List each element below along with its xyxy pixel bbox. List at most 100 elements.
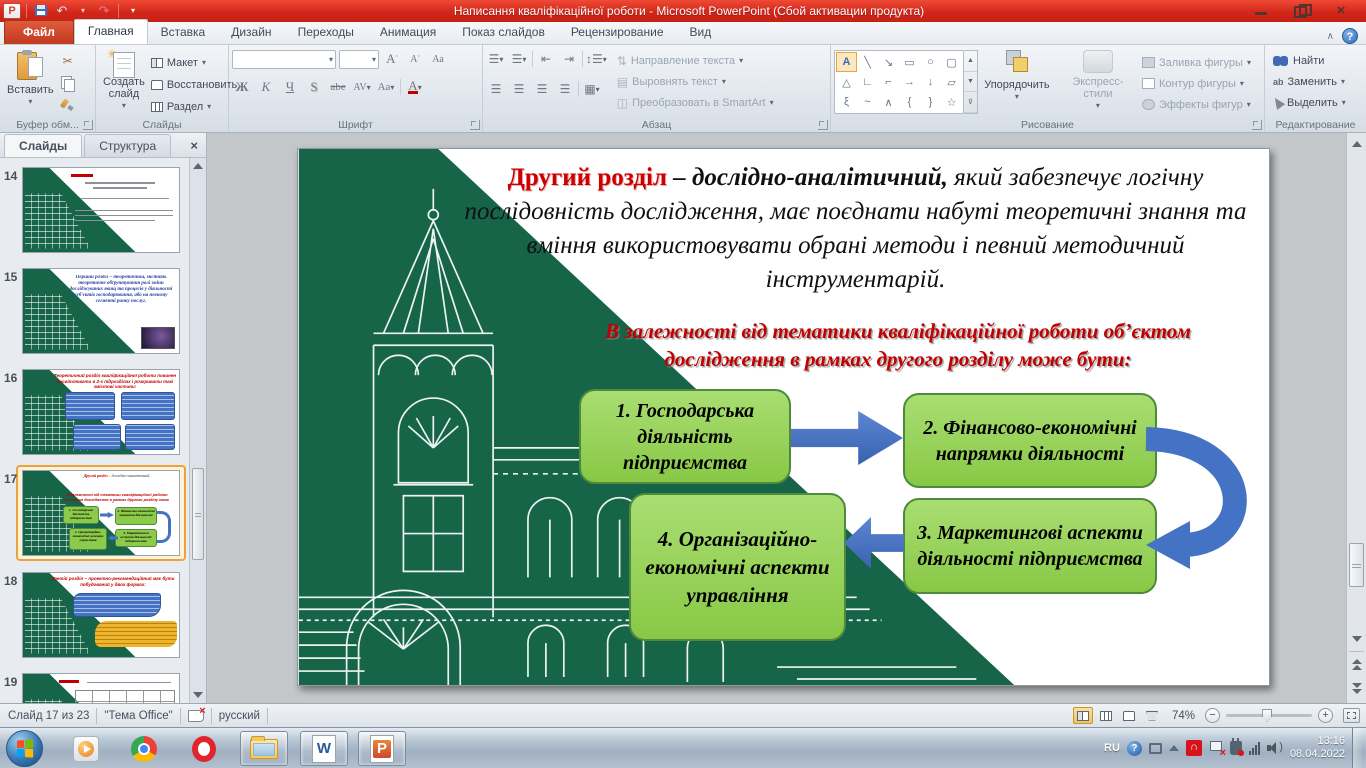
tab-review[interactable]: Рецензирование	[558, 21, 677, 44]
align-center-button[interactable]: ☰	[509, 79, 529, 99]
tab-home[interactable]: Главная	[74, 19, 148, 44]
clipboard-dialog-launcher[interactable]	[83, 120, 93, 130]
tray-help-icon[interactable]: ?	[1127, 741, 1142, 756]
language-indicator[interactable]: русский	[219, 710, 260, 722]
scroll-up-button[interactable]	[1349, 136, 1364, 152]
copy-button[interactable]	[58, 73, 78, 93]
tab-insert[interactable]: Вставка	[148, 21, 219, 44]
tab-design[interactable]: Дизайн	[218, 21, 284, 44]
tab-animations[interactable]: Анимация	[367, 21, 449, 44]
paragraph-dialog-launcher[interactable]	[818, 120, 828, 130]
increase-font-button[interactable]: Аˆ	[382, 49, 402, 69]
slide-thumbnail-15[interactable]: 15 Перший розділ – теоретичний, містить …	[0, 268, 190, 360]
drawing-dialog-launcher[interactable]	[1252, 120, 1262, 130]
main-scrollbar[interactable]	[1346, 133, 1366, 703]
panel-tab-outline[interactable]: Структура	[84, 134, 171, 157]
convert-smartart-button[interactable]: ◫ Преобразовать в SmartArt▾	[615, 92, 776, 113]
character-spacing-button[interactable]: AV▾	[352, 77, 372, 97]
save-button[interactable]	[32, 3, 50, 19]
decrease-font-button[interactable]: Аˇ	[405, 49, 425, 69]
quick-styles-button[interactable]: Экспресс-стили ▾	[1056, 48, 1140, 114]
slide-thumbnail-14[interactable]: 14	[0, 167, 190, 259]
help-button[interactable]: ?	[1342, 28, 1358, 44]
box-3-marketing-aspects[interactable]: 3. Маркетингові аспекти діяльності підпр…	[903, 498, 1157, 594]
undo-button[interactable]: ↶	[53, 3, 71, 19]
start-button[interactable]	[6, 730, 43, 767]
font-name-combo[interactable]: ▾	[232, 50, 336, 69]
avira-icon[interactable]: ∩	[1186, 740, 1202, 756]
taskbar-powerpoint[interactable]: P	[358, 731, 406, 766]
normal-view-button[interactable]	[1073, 707, 1093, 724]
slideshow-button[interactable]	[1142, 707, 1162, 724]
reset-slide-button[interactable]: Восстановить	[149, 74, 239, 95]
minimize-button[interactable]	[1248, 4, 1274, 18]
show-desktop-button[interactable]	[1352, 728, 1362, 768]
bullets-button[interactable]: ☰▾	[486, 49, 506, 69]
taskbar-opera[interactable]	[180, 731, 228, 766]
font-size-combo[interactable]: ▾	[339, 50, 379, 69]
paste-button[interactable]: Вставить ▾	[3, 48, 58, 114]
taskbar-chrome[interactable]	[120, 731, 168, 766]
align-left-button[interactable]: ☰	[486, 79, 506, 99]
strikethrough-button[interactable]: abe	[328, 77, 348, 97]
shapes-gallery[interactable]: A ╲ ↘ ▭ ○ ▢ △ ∟ ⌐ → ↓ ▱ ξ ~ ∧	[834, 50, 964, 114]
network-signal-icon[interactable]	[1249, 741, 1260, 755]
zoom-in-button[interactable]: +	[1318, 708, 1333, 723]
curved-arrow-2-to-3[interactable]	[1138, 377, 1271, 569]
slide-subtitle[interactable]: В залежності від тематики кваліфікаційно…	[598, 317, 1198, 373]
underline-button[interactable]: Ч	[280, 77, 300, 97]
cut-button[interactable]: ✂	[58, 51, 78, 71]
new-slide-button[interactable]: ✳ Создать слайд ▾	[99, 48, 149, 114]
section-button[interactable]: Раздел▾	[149, 96, 239, 117]
close-button[interactable]: ×	[1328, 4, 1354, 18]
box-2-financial-directions[interactable]: 2. Фінансово-економічні напрямки діяльно…	[903, 393, 1157, 488]
tray-hidden-icons[interactable]	[1169, 745, 1179, 751]
panel-tab-slides[interactable]: Слайды	[4, 134, 82, 157]
power-plug-icon[interactable]	[1230, 741, 1242, 755]
app-icon[interactable]: P	[3, 3, 21, 19]
shape-effects-button[interactable]: Эффекты фигур▾	[1140, 94, 1253, 115]
fit-to-window-button[interactable]	[1343, 708, 1360, 723]
numbering-button[interactable]: ☰▾	[509, 49, 529, 69]
restore-button[interactable]	[1288, 4, 1314, 18]
slide-17[interactable]: Другий розділ – дослідно-аналітичний, як…	[297, 148, 1270, 686]
slide-thumbnail-18[interactable]: 18 Третій розділ – проектно-рекомендацій…	[0, 572, 190, 664]
text-shadow-button[interactable]: S	[304, 77, 324, 97]
taskbar-word[interactable]: W	[300, 731, 348, 766]
taskbar-explorer[interactable]	[240, 731, 288, 766]
columns-button[interactable]: ▦▾	[582, 79, 602, 99]
line-spacing-button[interactable]: ↕☰▾	[586, 49, 607, 69]
font-color-button[interactable]: А▾	[405, 77, 425, 97]
tab-file[interactable]: Файл	[4, 20, 74, 44]
italic-button[interactable]: К	[256, 77, 276, 97]
decrease-indent-button[interactable]: ⇤	[536, 49, 556, 69]
speaker-icon[interactable]: )	[1267, 741, 1283, 755]
action-center-flag-icon[interactable]	[1209, 741, 1223, 756]
find-button[interactable]: Найти	[1273, 50, 1363, 71]
zoom-slider[interactable]	[1226, 714, 1312, 717]
arrange-button[interactable]: Упорядочить ▾	[978, 48, 1056, 114]
font-dialog-launcher[interactable]	[470, 120, 480, 130]
taskbar-media-player[interactable]	[62, 731, 110, 766]
scroll-thumb[interactable]	[1349, 543, 1364, 587]
tab-view[interactable]: Вид	[677, 21, 725, 44]
shapes-gallery-scroll[interactable]: ▲ ▼ ⊽	[964, 50, 978, 114]
tray-clock[interactable]: 13:16 08.04.2022	[1290, 735, 1345, 761]
zoom-out-button[interactable]: −	[1205, 708, 1220, 723]
justify-button[interactable]: ☰	[555, 79, 575, 99]
next-slide-button[interactable]	[1349, 679, 1364, 697]
zoom-slider-thumb[interactable]	[1262, 709, 1272, 722]
format-painter-button[interactable]	[58, 95, 78, 115]
tray-language[interactable]: RU	[1104, 742, 1120, 754]
panel-scroll-thumb[interactable]	[192, 468, 204, 560]
replace-button[interactable]: ab Заменить▾	[1273, 71, 1363, 92]
slide-sorter-button[interactable]	[1096, 707, 1116, 724]
reading-view-button[interactable]	[1119, 707, 1139, 724]
box-4-organizational-aspects[interactable]: 4. Організаційно-економічні аспекти упра…	[629, 493, 846, 641]
undo-dropdown[interactable]: ▾	[74, 3, 92, 19]
align-text-button[interactable]: ▤ Выровнять текст▾	[615, 71, 776, 92]
bold-button[interactable]: Ж	[232, 77, 252, 97]
panel-close-button[interactable]: ×	[190, 138, 198, 153]
previous-slide-button[interactable]	[1349, 655, 1364, 673]
panel-scrollbar[interactable]	[189, 158, 206, 703]
